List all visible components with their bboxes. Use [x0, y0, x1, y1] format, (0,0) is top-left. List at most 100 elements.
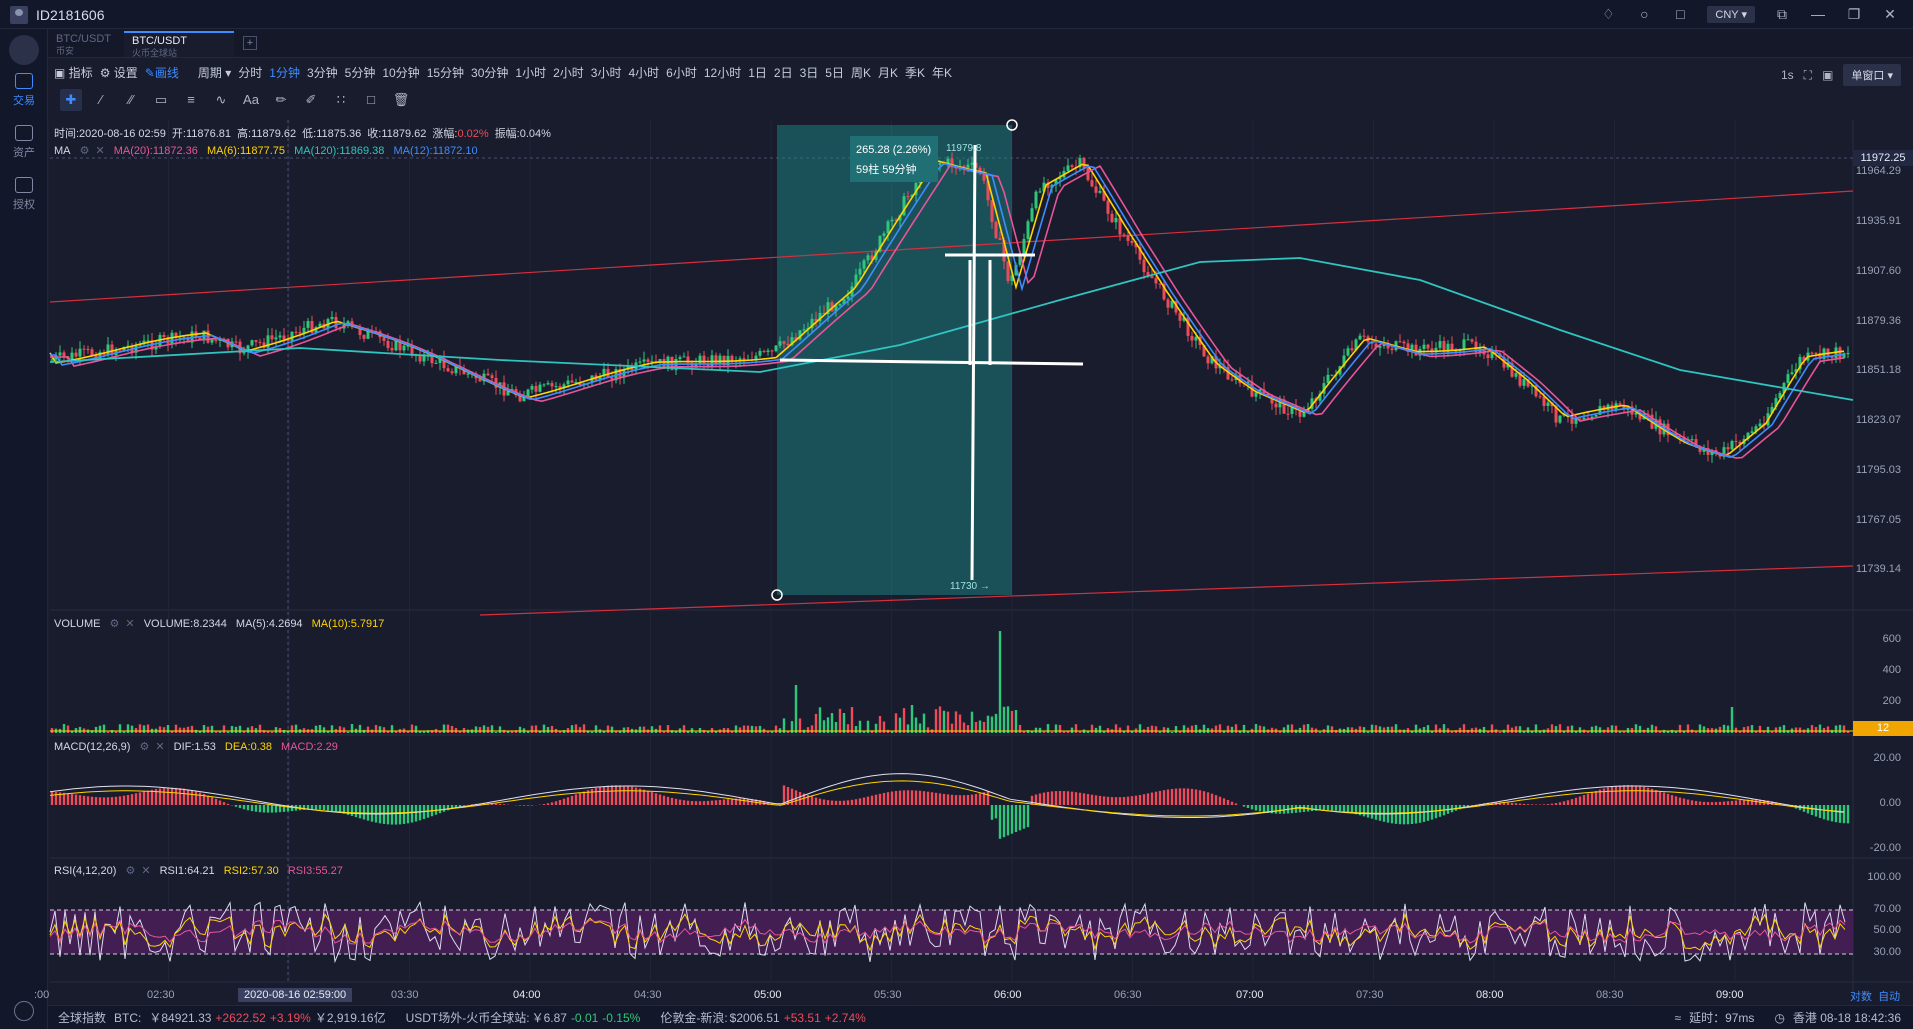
volume-bar — [1434, 724, 1438, 733]
macd-bar — [958, 795, 962, 805]
macd-bar — [1058, 790, 1062, 805]
candle-body — [886, 221, 890, 234]
macd-bar — [106, 797, 110, 805]
gold-change: +53.51 — [783, 1010, 821, 1025]
macd-bar — [1118, 797, 1122, 805]
volume-bar — [562, 730, 566, 733]
volume-bar — [374, 725, 378, 733]
measure-tooltip: 265.28 (2.26%) 59柱 59分钟 — [850, 136, 938, 182]
volume-bar — [1166, 727, 1170, 733]
macd-bar — [1838, 805, 1842, 823]
btc-change: +2622.52 — [215, 1010, 266, 1025]
rsi-close-icon[interactable]: ✕ — [141, 865, 150, 877]
candle-body — [642, 359, 646, 362]
volume-bar — [1838, 724, 1842, 733]
macd-bar — [882, 792, 886, 805]
candle-body — [1030, 208, 1034, 222]
volume-bar — [934, 709, 938, 733]
candle-body — [1750, 431, 1754, 433]
macd-bar — [942, 793, 946, 805]
axis-mode-auto[interactable]: 自动 — [1878, 991, 1900, 1003]
volume-bar — [658, 725, 662, 733]
volume-bar — [94, 726, 98, 733]
candle-body — [1194, 336, 1198, 341]
macd-bar — [1278, 805, 1282, 814]
volume-bar — [1422, 726, 1426, 733]
volume-ma10: MA(10):5.7917 — [311, 618, 385, 630]
macd-bar — [102, 797, 106, 805]
gold-pct: +2.74% — [824, 1010, 866, 1025]
volume-current-tag: 12 — [1853, 721, 1913, 736]
candle-body — [698, 355, 702, 364]
macd-bar — [1062, 791, 1066, 805]
volume-bar — [918, 723, 922, 733]
macd-bar — [1658, 791, 1662, 805]
candle-body — [1542, 396, 1546, 406]
axis-mode-log[interactable]: 对数 — [1850, 991, 1872, 1003]
macd-bar — [1050, 791, 1054, 805]
candle-body — [86, 349, 90, 351]
rsi-settings-icon[interactable]: ⚙ — [125, 865, 135, 877]
macd-bar — [554, 801, 558, 805]
macd-bar — [642, 789, 646, 805]
volume-bar — [1062, 731, 1066, 733]
ma-close-icon[interactable]: ✕ — [95, 145, 104, 157]
macd-bar — [1518, 803, 1522, 805]
volume-bar — [138, 724, 142, 733]
usdt-change: -0.01 — [570, 1010, 599, 1025]
macd-bar — [610, 785, 614, 805]
candle-body — [1150, 276, 1154, 279]
rsi-legend: RSI(4,12,20) ⚙ ✕ RSI1:64.21 RSI2:57.30 RS… — [54, 864, 349, 877]
macd-bar — [1702, 801, 1706, 805]
volume-bar — [1290, 724, 1294, 733]
global-index-label[interactable]: 全球指数 — [58, 1009, 106, 1026]
macd-bar — [650, 792, 654, 805]
macd-bar — [1010, 805, 1014, 834]
volume-bar — [1566, 726, 1570, 733]
candle-body — [1838, 347, 1842, 358]
volume-bar — [606, 725, 610, 733]
candle-body — [1090, 180, 1094, 187]
volume-close-icon[interactable]: ✕ — [125, 618, 134, 630]
macd-bar — [1750, 799, 1754, 805]
macd-bar — [406, 805, 410, 824]
macd-bar — [1054, 791, 1058, 805]
candle-body — [678, 357, 682, 360]
candle-body — [846, 296, 850, 300]
volume-settings-icon[interactable]: ⚙ — [110, 618, 120, 630]
volume-bar — [1382, 727, 1386, 733]
candle-body — [1826, 348, 1830, 356]
volume-bar — [1634, 724, 1638, 733]
candle-body — [234, 341, 238, 343]
macd-macd: MACD:2.29 — [281, 741, 338, 753]
macd-bar — [686, 800, 690, 805]
candle-body — [1358, 335, 1362, 340]
macd-bar — [1362, 805, 1366, 817]
volume-bar — [1158, 731, 1162, 733]
macd-bar — [170, 787, 174, 805]
macd-bar — [1426, 805, 1430, 821]
volume-bar — [130, 725, 134, 733]
volume-bar — [1154, 726, 1158, 733]
info-time: 时间:2020-08-16 02:59 — [54, 128, 166, 140]
volume-bar — [774, 725, 778, 733]
macd-bar — [242, 805, 246, 810]
volume-bar — [814, 713, 818, 733]
candle-body — [530, 386, 534, 390]
volume-bar — [1590, 726, 1594, 733]
macd-bar — [1094, 795, 1098, 805]
candle-body — [714, 355, 718, 364]
macd-bar — [1334, 805, 1338, 811]
macd-settings-icon[interactable]: ⚙ — [139, 741, 149, 753]
macd-bar — [494, 803, 498, 805]
macd-bar — [1830, 805, 1834, 822]
macd-close-icon[interactable]: ✕ — [155, 741, 164, 753]
ma-settings-icon[interactable]: ⚙ — [80, 145, 90, 157]
volume-bar — [1138, 724, 1142, 733]
macd-bar — [838, 800, 842, 805]
candle-body — [542, 384, 546, 386]
macd-bar — [866, 796, 870, 805]
macd-bar — [1166, 789, 1170, 805]
macd-bar — [90, 796, 94, 805]
macd-bar — [1158, 790, 1162, 805]
